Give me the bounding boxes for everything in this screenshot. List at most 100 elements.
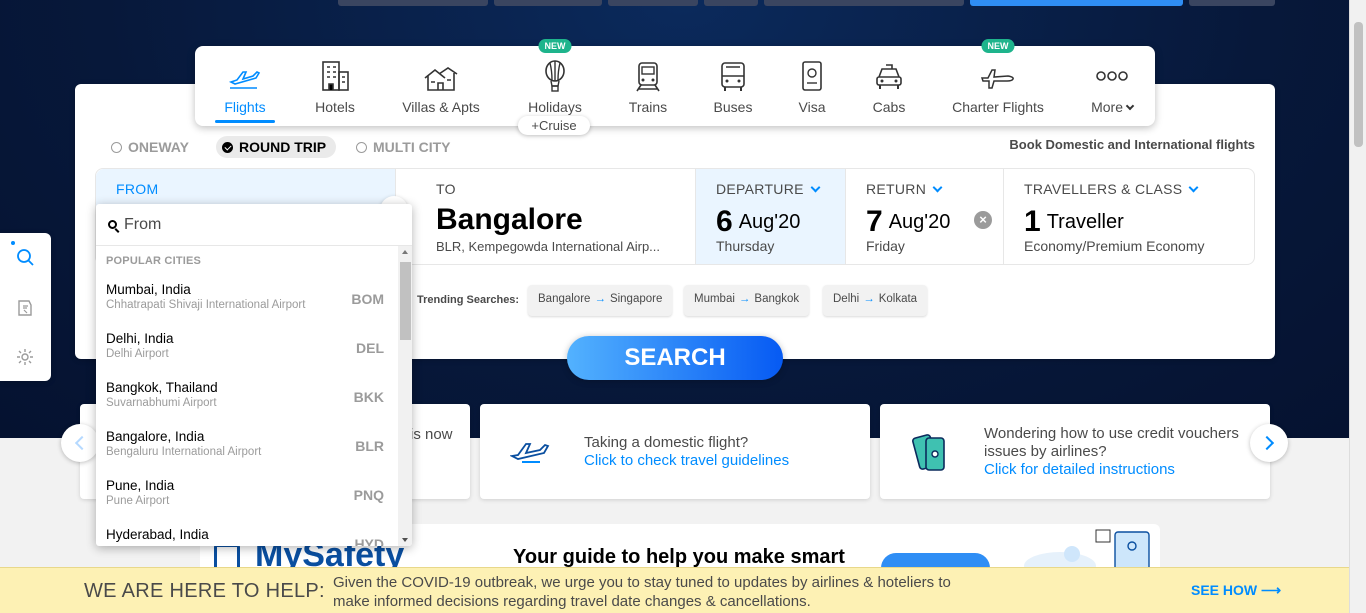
nav-hotels[interactable]: Hotels xyxy=(305,46,365,126)
scroll-down-icon[interactable] xyxy=(402,538,408,542)
nav-more[interactable]: More xyxy=(1087,46,1137,126)
offer-icon[interactable] xyxy=(15,298,35,318)
top-nav-stub[interactable] xyxy=(1189,0,1275,6)
return-weekday: Friday xyxy=(866,238,905,254)
nav-trains-label: Trains xyxy=(628,99,668,115)
radio-checked-icon xyxy=(222,141,233,153)
trip-round-trip[interactable]: ROUND TRIP xyxy=(216,136,337,158)
search-icon[interactable] xyxy=(15,247,35,267)
return-label: RETURN xyxy=(866,181,943,197)
flight-icon xyxy=(228,71,261,89)
cruise-tag[interactable]: +Cruise xyxy=(518,116,590,135)
dropdown-scrollbar-thumb[interactable] xyxy=(400,262,411,340)
info-card[interactable]: Wondering how to use credit vouchers iss… xyxy=(880,404,1270,499)
nav-charter-flights[interactable]: NEW Charter Flights xyxy=(945,39,1051,126)
help-bar: WE ARE HERE TO HELP: Given the COVID-19 … xyxy=(0,567,1349,613)
airport-name: Delhi Airport xyxy=(106,348,169,360)
train-icon xyxy=(636,62,660,92)
book-tagline: Book Domestic and International flights xyxy=(1009,137,1255,152)
search-icon xyxy=(108,220,117,229)
from-city-dropdown: POPULAR CITIES Mumbai, India Chhatrapati… xyxy=(96,204,412,546)
flight-icon xyxy=(510,443,550,463)
voucher-icon xyxy=(912,434,945,471)
info-card-text: Taking a domestic flight? xyxy=(584,434,749,451)
departure-field[interactable]: DEPARTURE 6 Aug'20 Thursday xyxy=(696,169,846,264)
top-nav-stub[interactable] xyxy=(764,0,964,6)
top-nav-stub[interactable] xyxy=(608,0,698,6)
from-search-input[interactable] xyxy=(124,214,394,236)
top-nav-stub[interactable] xyxy=(338,0,488,6)
top-nav-stub[interactable] xyxy=(704,0,758,6)
city-option[interactable]: Pune, India Pune Airport PNQ xyxy=(96,472,396,521)
chevron-down-icon xyxy=(810,182,821,193)
settings-icon[interactable] xyxy=(15,347,35,367)
nav-trains[interactable]: Trains xyxy=(621,46,675,126)
travel-guidelines-link[interactable]: Click to check travel guidelines xyxy=(584,452,789,469)
chevron-down-icon xyxy=(1188,182,1199,193)
category-nav: Flights Hotels Villas & Apts NEW Holiday… xyxy=(195,39,1155,126)
cab-icon xyxy=(876,64,902,89)
radio-icon xyxy=(356,141,367,153)
to-field[interactable]: TO Bangalore BLR, Kempegowda Internation… xyxy=(396,169,696,264)
departure-weekday: Thursday xyxy=(716,238,775,254)
trending-chip[interactable]: Mumbai → Bangkok xyxy=(684,285,810,316)
city-name: Pune, India xyxy=(106,478,175,493)
return-date: 7 Aug'20 xyxy=(866,205,951,238)
departure-date: 6 Aug'20 xyxy=(716,205,801,238)
city-option[interactable]: Mumbai, India Chhatrapati Shivaji Intern… xyxy=(96,276,396,325)
city-option[interactable]: Bangkok, Thailand Suvarnabhumi Airport B… xyxy=(96,374,396,423)
nav-cabs[interactable]: Cabs xyxy=(867,46,911,126)
dropdown-scrollbar[interactable] xyxy=(398,246,412,546)
nav-visa[interactable]: Visa xyxy=(791,46,833,126)
info-card-text: Wondering how to use credit vouchers xyxy=(984,425,1239,442)
nav-villas[interactable]: Villas & Apts xyxy=(395,46,487,126)
trending-chip[interactable]: Delhi → Kolkata xyxy=(823,285,928,316)
nav-villas-label: Villas & Apts xyxy=(402,99,480,115)
passport-icon xyxy=(802,61,822,91)
info-card-text: is now xyxy=(410,426,453,443)
airport-code: BOM xyxy=(351,291,384,307)
clear-return-icon[interactable]: × xyxy=(974,211,992,229)
trending-chip[interactable]: Bangalore → Singapore xyxy=(528,285,673,316)
trip-round-trip-label: ROUND TRIP xyxy=(239,139,327,155)
nav-cabs-label: Cabs xyxy=(872,99,906,115)
city-option[interactable]: Hyderabad, India HYD xyxy=(96,521,396,546)
more-dots-icon xyxy=(1096,71,1128,81)
city-option[interactable]: Delhi, India Delhi Airport DEL xyxy=(96,325,396,374)
airport-name: Bengaluru International Airport xyxy=(106,446,262,458)
charter-plane-icon xyxy=(980,69,1014,89)
city-name: Bangkok, Thailand xyxy=(106,380,218,395)
search-button[interactable]: SEARCH xyxy=(567,336,783,380)
nav-holidays[interactable]: NEW Holidays xyxy=(523,39,587,126)
nav-flights-label: Flights xyxy=(224,99,266,115)
carousel-prev-button[interactable] xyxy=(61,424,99,462)
see-how-link[interactable]: SEE HOW ⟶ xyxy=(1191,582,1281,599)
safety-illustration-icon xyxy=(1024,529,1150,572)
nav-visa-label: Visa xyxy=(798,99,826,115)
help-title: WE ARE HERE TO HELP: xyxy=(84,580,325,602)
airport-name: Pune Airport xyxy=(106,495,170,507)
city-option[interactable]: Bangalore, India Bengaluru International… xyxy=(96,423,396,472)
trip-oneway[interactable]: ONEWAY xyxy=(111,137,189,157)
top-nav-stub[interactable] xyxy=(494,0,602,6)
carousel-next-button[interactable] xyxy=(1250,424,1288,462)
info-card[interactable]: Taking a domestic flight? Click to check… xyxy=(480,404,870,499)
trip-multi-city[interactable]: MULTI CITY xyxy=(356,137,451,157)
airport-code: DEL xyxy=(356,340,384,356)
travellers-field[interactable]: TRAVELLERS & CLASS 1 Traveller Economy/Pr… xyxy=(1004,169,1254,264)
airport-code: BLR xyxy=(355,438,384,454)
city-name: Hyderabad, India xyxy=(106,527,209,542)
page-scrollbar[interactable] xyxy=(1349,0,1366,613)
scroll-up-icon[interactable] xyxy=(402,250,408,254)
page-scrollbar-thumb[interactable] xyxy=(1354,22,1363,147)
nav-charter-label: Charter Flights xyxy=(952,99,1044,115)
nav-buses[interactable]: Buses xyxy=(705,46,761,126)
city-name: Delhi, India xyxy=(106,331,174,346)
return-field[interactable]: RETURN 7 Aug'20 Friday × xyxy=(846,169,1004,264)
new-badge: NEW xyxy=(981,39,1015,53)
top-login-stub[interactable] xyxy=(970,0,1183,6)
nav-more-label: More xyxy=(1087,99,1137,115)
credit-voucher-link[interactable]: Click for detailed instructions xyxy=(984,461,1175,478)
trip-multi-city-label: MULTI CITY xyxy=(373,139,451,155)
nav-flights[interactable]: Flights xyxy=(215,46,275,126)
